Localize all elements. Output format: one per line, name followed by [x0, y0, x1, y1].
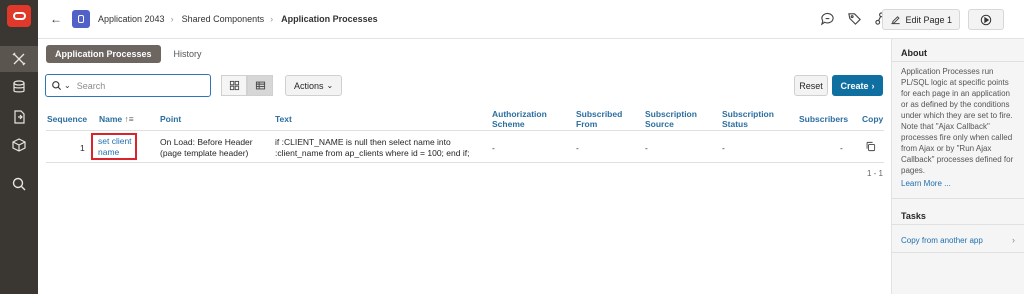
- tag-icon[interactable]: [847, 11, 862, 26]
- learn-more-link[interactable]: Learn More ...: [901, 179, 951, 188]
- column-header-subscribers[interactable]: Subscribers: [799, 114, 848, 124]
- feedback-icon[interactable]: [820, 11, 835, 26]
- search-field[interactable]: ⌄ Search: [45, 74, 211, 97]
- copy-from-another-app-link[interactable]: Copy from another app: [901, 236, 983, 245]
- search-placeholder: Search: [76, 80, 106, 91]
- tab-application-processes[interactable]: Application Processes: [46, 45, 161, 63]
- create-label: Create: [840, 80, 869, 91]
- divider: [892, 198, 1024, 199]
- edit-page-button[interactable]: Edit Page 1: [882, 9, 960, 30]
- copy-icon[interactable]: [865, 141, 876, 155]
- edit-page-label: Edit Page 1: [905, 14, 952, 25]
- row-divider: [46, 162, 884, 163]
- cell-subscription-source: -: [645, 143, 648, 153]
- grid-icon: [229, 80, 239, 91]
- column-header-sequence[interactable]: Sequence: [47, 114, 87, 124]
- divider: [892, 224, 1024, 225]
- side-nav-rail: [0, 0, 38, 294]
- column-header-subscribed-from[interactable]: Subscribed From: [576, 109, 631, 129]
- column-header-copy[interactable]: Copy: [862, 114, 883, 124]
- cell-text: if :CLIENT_NAME is null then select name…: [275, 137, 470, 158]
- about-heading: About: [901, 48, 927, 58]
- cell-point: On Load: Before Header (page template he…: [160, 137, 253, 158]
- cell-subscription-status: -: [722, 143, 725, 153]
- sort-ascending-icon: ↑≡: [124, 114, 134, 124]
- run-page-button[interactable]: [968, 9, 1004, 30]
- column-header-text[interactable]: Text: [275, 114, 292, 124]
- view-tabs: Application Processes History: [46, 45, 202, 63]
- breadcrumb-separator: ›: [170, 14, 174, 24]
- cell-subscribed-from: -: [576, 143, 579, 153]
- create-button[interactable]: Create ›: [832, 75, 883, 96]
- breadcrumb-separator: ›: [270, 14, 274, 24]
- reset-button[interactable]: Reset: [794, 75, 828, 96]
- breadcrumb-shared-components[interactable]: Shared Components: [182, 14, 265, 24]
- tab-history[interactable]: History: [174, 49, 202, 59]
- breadcrumb-current: Application Processes: [281, 14, 378, 24]
- chevron-right-icon: ›: [1012, 235, 1015, 245]
- column-header-subscription-status[interactable]: Subscription Status: [722, 109, 782, 129]
- actions-label: Actions: [294, 80, 324, 91]
- chevron-down-icon[interactable]: ⌄: [64, 81, 71, 90]
- icon-view-button[interactable]: [221, 75, 247, 96]
- report-view-button[interactable]: [247, 75, 273, 96]
- chevron-right-icon: ›: [871, 80, 875, 91]
- chevron-down-icon: ⌄: [326, 81, 334, 90]
- right-sidebar: About Application Processes run PL/SQL l…: [891, 39, 1024, 294]
- header-divider: [46, 130, 884, 131]
- cell-sequence: 1: [80, 143, 85, 153]
- app-builder-icon[interactable]: [0, 46, 38, 72]
- actions-menu-button[interactable]: Actions ⌄: [285, 75, 343, 96]
- header-icon-group: [820, 11, 889, 26]
- cell-subscribers: -: [840, 143, 843, 153]
- oracle-logo-icon[interactable]: [7, 5, 31, 27]
- play-icon: [980, 14, 992, 25]
- search-icon: [52, 81, 62, 91]
- divider: [892, 61, 1024, 62]
- table-icon: [255, 81, 265, 90]
- about-text: Application Processes run PL/SQL logic a…: [901, 67, 1014, 175]
- column-header-authorization-scheme[interactable]: Authorization Scheme: [492, 109, 562, 129]
- column-header-subscription-source[interactable]: Subscription Source: [645, 109, 705, 129]
- column-header-name[interactable]: Name ↑≡: [99, 114, 134, 124]
- breadcrumb-application[interactable]: Application 2043: [98, 14, 165, 24]
- back-arrow-icon[interactable]: ←: [50, 12, 66, 26]
- sql-workshop-icon[interactable]: [0, 74, 38, 100]
- edit-icon: [891, 16, 901, 25]
- column-header-point[interactable]: Point: [160, 114, 181, 124]
- team-development-icon[interactable]: [0, 104, 38, 130]
- pagination-text: 1 - 1: [867, 169, 884, 178]
- search-icon[interactable]: [0, 171, 38, 197]
- divider: [892, 252, 1024, 253]
- view-mode-toggle: [221, 75, 273, 96]
- tasks-heading: Tasks: [901, 211, 926, 221]
- column-header-name-label: Name: [99, 114, 123, 124]
- application-icon: [72, 10, 90, 28]
- cell-authorization-scheme: -: [492, 143, 495, 153]
- process-name-link[interactable]: set client name: [98, 136, 138, 158]
- gallery-icon[interactable]: [0, 132, 38, 158]
- page-header: ← Application 2043 › Shared Components ›…: [38, 0, 1024, 39]
